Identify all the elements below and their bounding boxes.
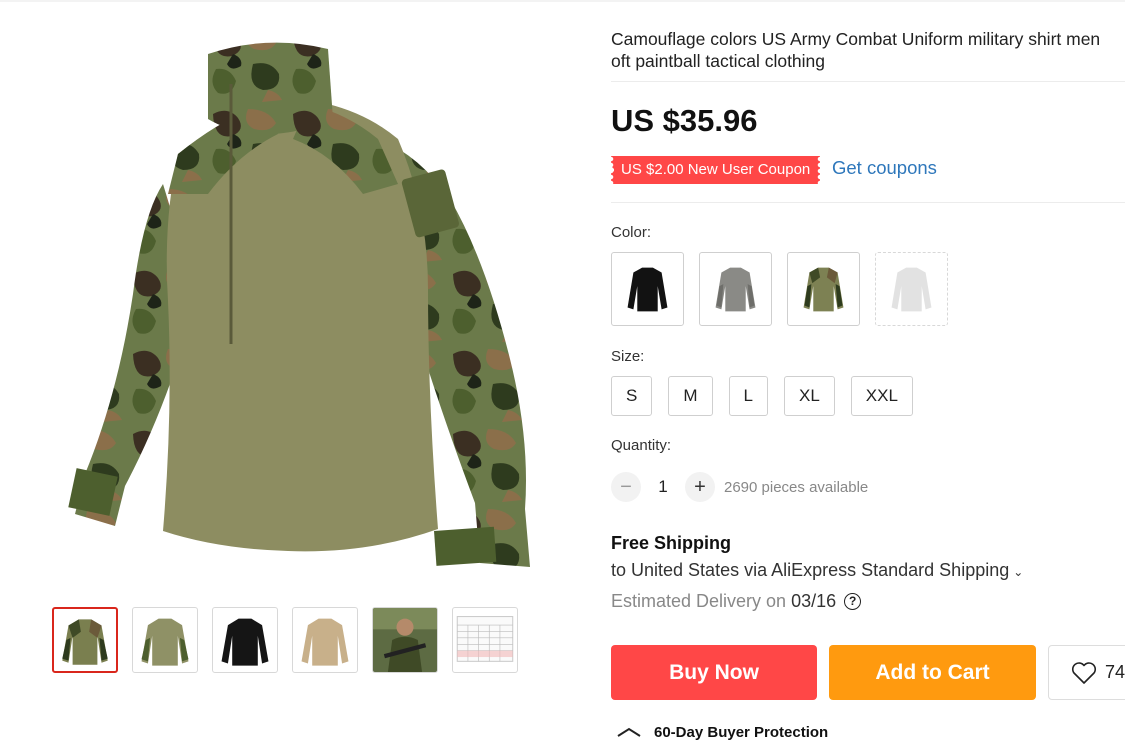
shipping-method-text: to United States via AliExpress Standard… bbox=[611, 560, 1010, 580]
free-shipping-title: Free Shipping bbox=[611, 533, 732, 553]
buyer-protection: 60-Day Buyer Protection bbox=[616, 722, 828, 741]
soldier-photo-icon bbox=[373, 608, 437, 672]
black-shirt-icon bbox=[627, 267, 668, 312]
stock-available-text: 2690 pieces available bbox=[724, 478, 869, 496]
quantity-increase-button[interactable]: + bbox=[685, 472, 715, 502]
product-title: Camouflage colors US Army Combat Uniform… bbox=[611, 29, 1101, 71]
quantity-decrease-button[interactable]: − bbox=[611, 472, 641, 502]
color-label: Color: bbox=[611, 224, 652, 241]
quantity-input[interactable] bbox=[641, 476, 685, 498]
color-options bbox=[611, 252, 948, 326]
add-to-cart-button[interactable]: Add to Cart bbox=[829, 645, 1036, 700]
new-user-coupon-badge[interactable]: US $2.00 New User Coupon bbox=[611, 156, 821, 184]
color-option-woodland-camo[interactable] bbox=[787, 252, 860, 326]
question-mark-icon[interactable]: ? bbox=[844, 593, 862, 610]
thumbnail-khaki[interactable] bbox=[292, 607, 358, 673]
size-option-xl[interactable]: XL bbox=[783, 376, 835, 416]
minus-icon: − bbox=[620, 475, 632, 498]
color-option-white-unavailable[interactable] bbox=[875, 252, 948, 326]
thumbnail-strip bbox=[52, 607, 518, 673]
thumbnail-soldier-photo[interactable] bbox=[372, 607, 438, 673]
size-options: S M L XL XXL bbox=[611, 376, 913, 416]
color-option-black[interactable] bbox=[611, 252, 684, 326]
size-option-s[interactable]: S bbox=[611, 376, 653, 416]
get-coupons-link[interactable]: Get coupons bbox=[832, 157, 937, 179]
thumbnail-green-back[interactable] bbox=[132, 607, 198, 673]
buy-now-button[interactable]: Buy Now bbox=[611, 645, 817, 700]
color-option-grey[interactable] bbox=[699, 252, 772, 326]
size-label: Size: bbox=[611, 348, 645, 365]
estimated-delivery-date: 03/16 bbox=[791, 591, 837, 611]
chevron-down-icon[interactable]: ⌄ bbox=[1013, 565, 1023, 579]
main-product-image[interactable] bbox=[48, 24, 538, 584]
quantity-stepper: − + 2690 pieces available bbox=[611, 472, 868, 502]
shield-icon bbox=[617, 727, 641, 737]
size-chart-icon bbox=[456, 616, 514, 662]
black-shirt-icon bbox=[221, 618, 269, 666]
woodland-camo-shirt-icon bbox=[803, 267, 844, 312]
shipping-method[interactable]: to United States via AliExpress Standard… bbox=[611, 560, 1023, 581]
wishlist-button[interactable]: 74 bbox=[1048, 645, 1125, 700]
heart-icon bbox=[1071, 661, 1097, 684]
top-divider bbox=[0, 0, 1125, 2]
grey-shirt-icon bbox=[715, 267, 756, 312]
size-option-m[interactable]: M bbox=[668, 376, 713, 416]
thumbnail-size-chart[interactable] bbox=[452, 607, 518, 673]
khaki-shirt-icon bbox=[301, 618, 349, 666]
divider bbox=[611, 81, 1125, 82]
white-shirt-icon bbox=[891, 267, 932, 312]
wishlist-count: 74 bbox=[1105, 662, 1125, 682]
plus-icon: + bbox=[694, 475, 706, 498]
size-option-l[interactable]: L bbox=[728, 376, 768, 416]
size-option-xxl[interactable]: XXL bbox=[850, 376, 913, 416]
divider bbox=[611, 202, 1125, 203]
quantity-label: Quantity: bbox=[611, 437, 672, 454]
buyer-protection-label: 60-Day Buyer Protection bbox=[654, 724, 829, 741]
thumbnail-black[interactable] bbox=[212, 607, 278, 673]
estimated-delivery-label: Estimated Delivery on bbox=[611, 591, 787, 611]
estimated-delivery: Estimated Delivery on 03/16 ? bbox=[611, 591, 862, 612]
green-shirt-back-icon bbox=[141, 618, 189, 666]
woodland-camo-shirt-icon bbox=[62, 619, 108, 665]
thumbnail-camo-front[interactable] bbox=[52, 607, 118, 673]
product-price: US $35.96 bbox=[611, 103, 758, 138]
